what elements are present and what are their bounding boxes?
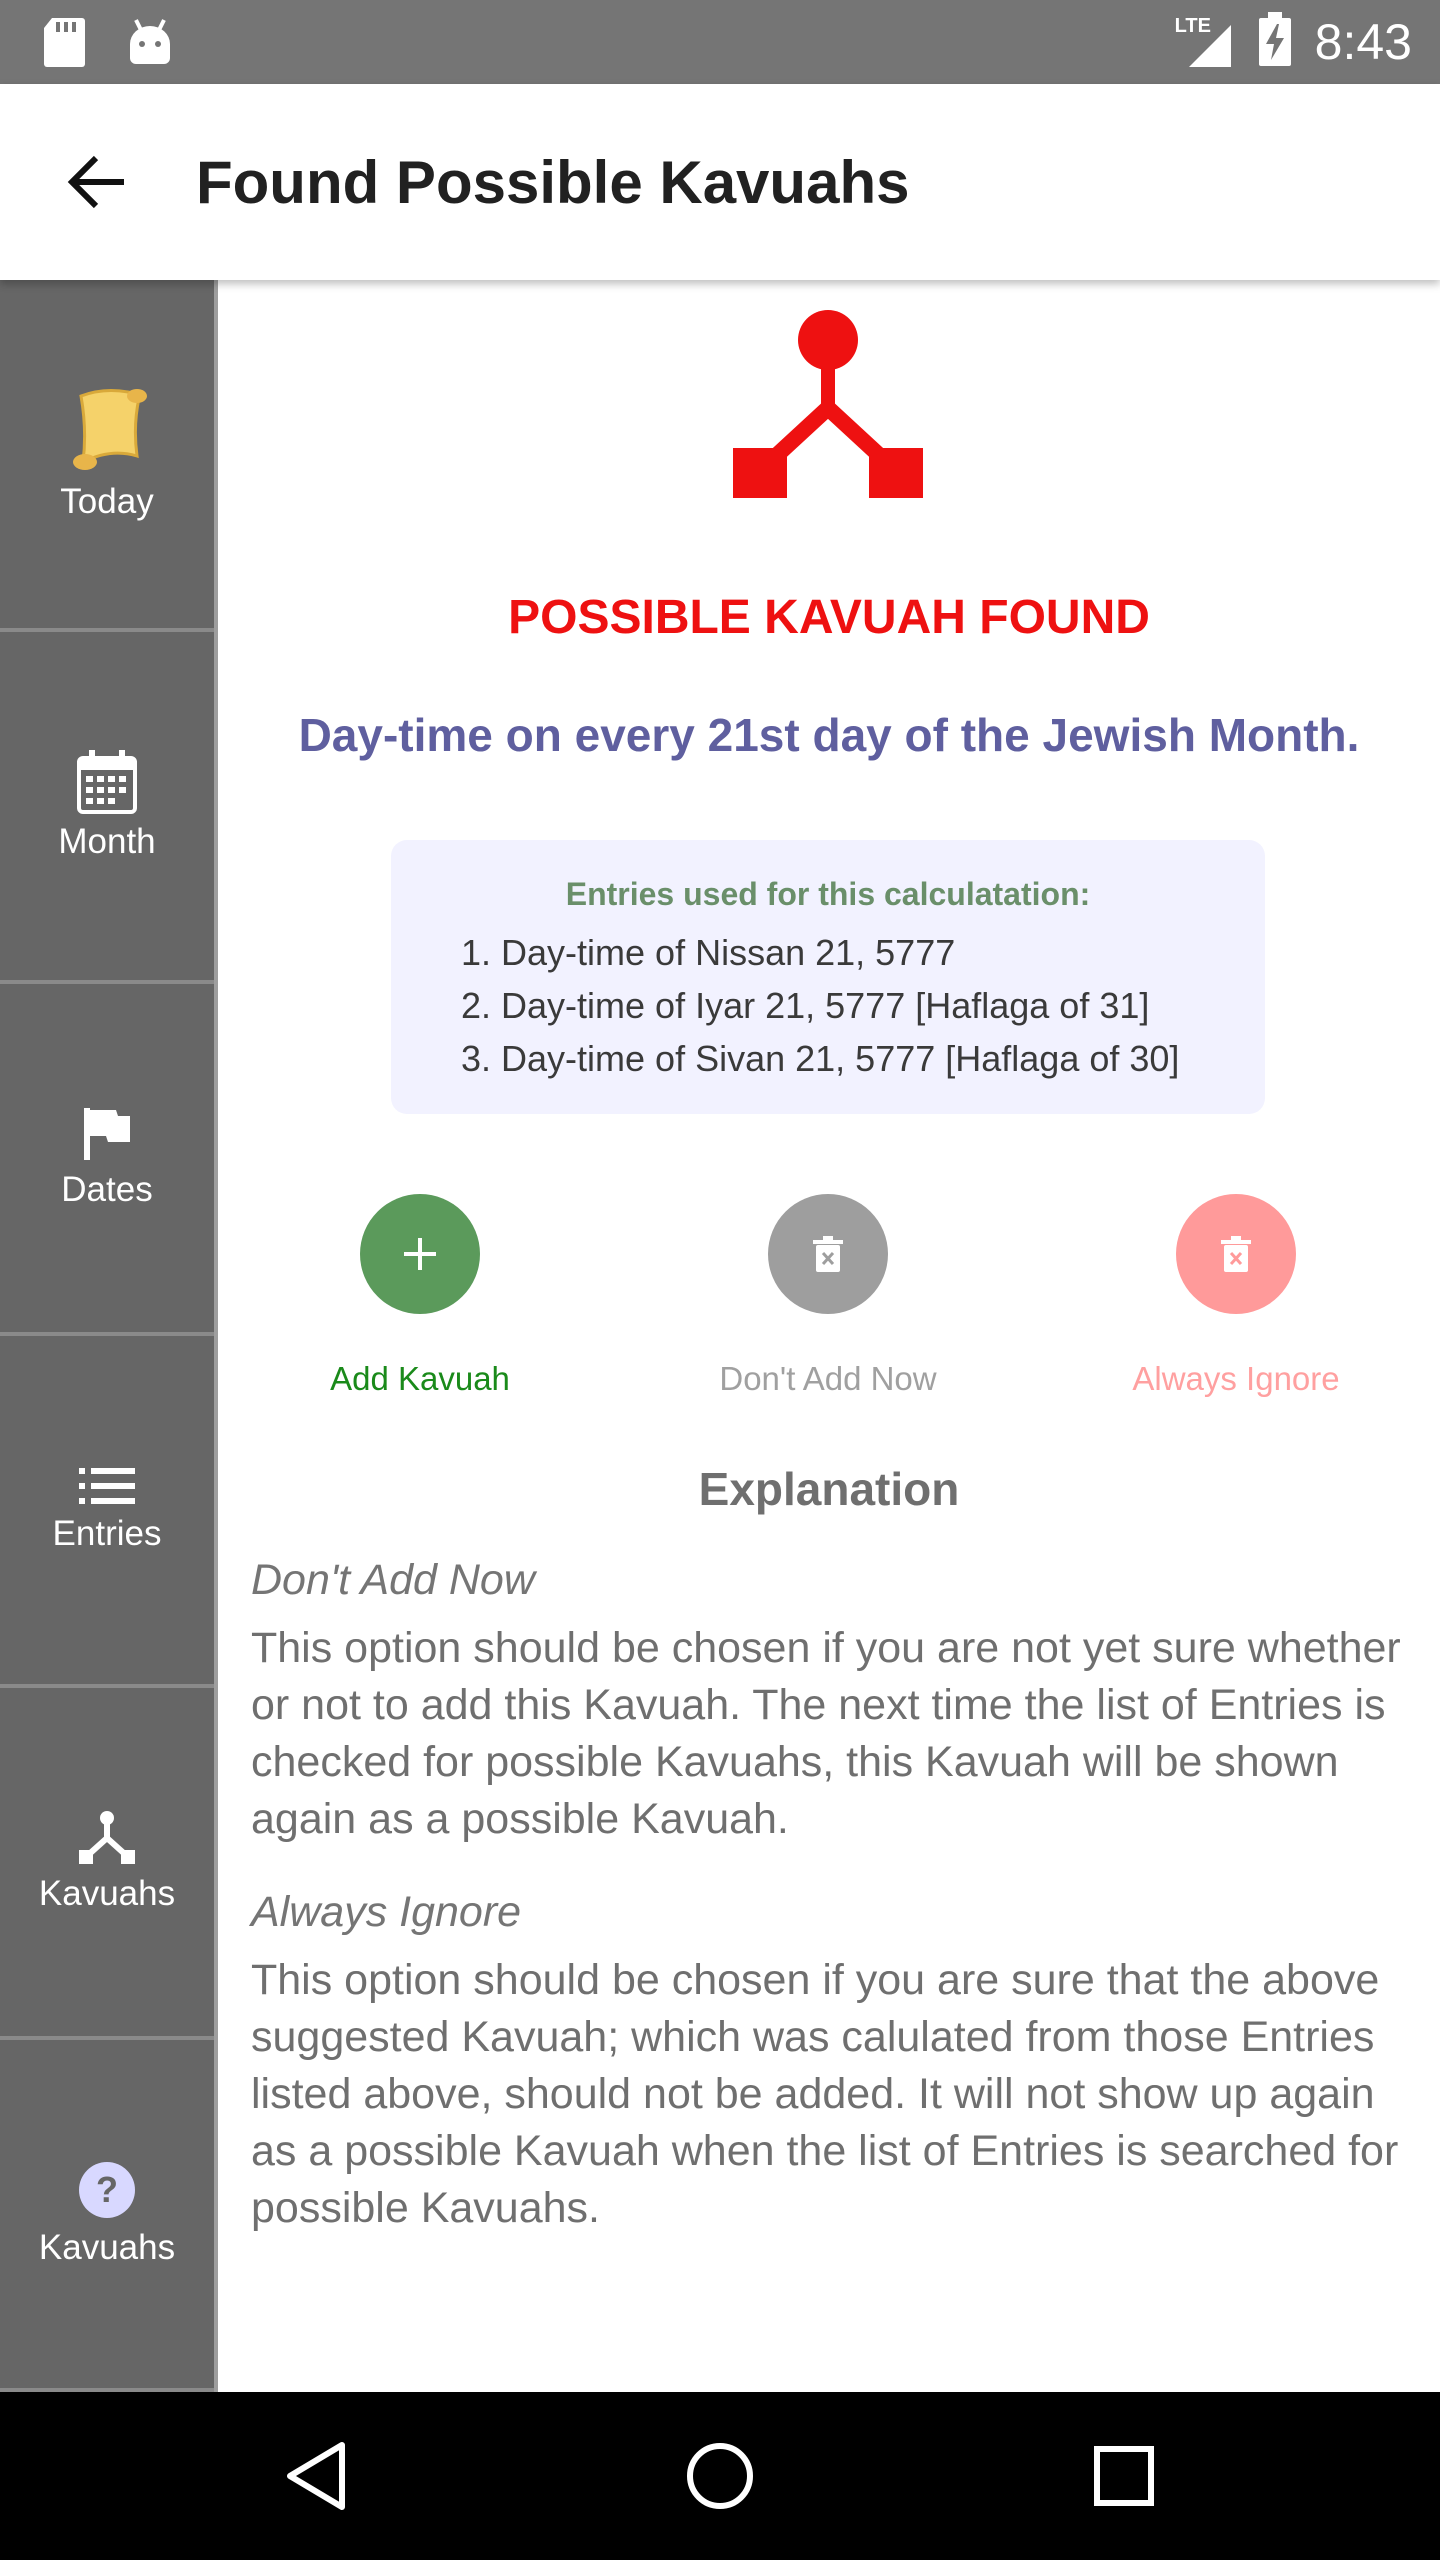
sidebar-item-label: Entries: [52, 1514, 162, 1553]
add-kavuah-label: Add Kavuah: [330, 1360, 510, 1397]
calendar-icon: [77, 750, 137, 814]
sidebar-item-dates[interactable]: Dates: [0, 984, 214, 1336]
nav-home-button[interactable]: [670, 2426, 770, 2526]
ignore-circle[interactable]: [1176, 1194, 1296, 1314]
app-bar: Found Possible Kavuahs: [0, 84, 1440, 280]
sidebar-item-label: Month: [58, 822, 156, 861]
plus-icon: [404, 1238, 436, 1270]
entries-heading: Entries used for this calculatation:: [565, 876, 1091, 912]
help-icon: ?: [79, 2162, 135, 2218]
dont-add-now-subtitle: Don't Add Now: [251, 1556, 535, 1604]
dont-add-now-button[interactable]: Don't Add Now: [678, 1194, 978, 1398]
add-kavuah-button[interactable]: Add Kavuah: [270, 1194, 570, 1398]
sd-card-icon: [42, 16, 86, 73]
always-ignore-text: This option should be chosen if you are …: [251, 1956, 1399, 2232]
arrow-back-icon: [67, 155, 124, 209]
sidebar-item-entries[interactable]: Entries: [0, 1336, 214, 1688]
always-ignore-button[interactable]: Always Ignore: [1086, 1194, 1386, 1398]
dont-add-now-text: This option should be chosen if you are …: [251, 1624, 1401, 1843]
circle-home-icon: [687, 2443, 753, 2509]
always-ignore-label: Always Ignore: [1132, 1360, 1340, 1397]
delete-icon: [813, 1236, 843, 1272]
kavuah-logo-icon: [733, 308, 923, 503]
delete-forever-icon: [1221, 1236, 1251, 1272]
scroll-icon: [73, 389, 147, 470]
page-title: Found Possible Kavuahs: [196, 149, 910, 216]
sidebar-item-label: Kavuahs: [38, 2228, 176, 2267]
main-content: POSSIBLE KAVUAH FOUND Day-time on every …: [218, 280, 1440, 2392]
add-circle[interactable]: [360, 1194, 480, 1314]
kavuah-description: Day-time on every 21st day of the Jewish…: [298, 709, 1360, 761]
sidebar-item-label: Today: [60, 482, 154, 521]
sidebar-item-kavuahs[interactable]: Kavuahs: [0, 1688, 214, 2040]
signal-icon: LTE: [1175, 15, 1235, 69]
back-button[interactable]: [56, 142, 136, 222]
sidebar-item-label: Dates: [61, 1170, 153, 1209]
dont-add-circle[interactable]: [768, 1194, 888, 1314]
nav-recents-button[interactable]: [1074, 2426, 1174, 2526]
square-recents-icon: [1094, 2446, 1154, 2506]
explanation-heading: Explanation: [698, 1463, 960, 1515]
always-ignore-subtitle: Always Ignore: [251, 1888, 522, 1936]
flag-icon: [84, 1108, 130, 1160]
sidebar: Today Month Dates Entries Kavuahs ? Kavu…: [0, 280, 218, 2392]
battery-charging-icon: [1257, 11, 1293, 73]
list-item: 3. Day-time of Sivan 21, 5777 [Haflaga o…: [461, 1038, 1180, 1079]
sidebar-item-month[interactable]: Month: [0, 632, 214, 984]
status-bar: LTE 8:43: [0, 0, 1440, 84]
kavuah-icon: [79, 1811, 135, 1864]
entries-list: 1. Day-time of Nissan 21, 5777 2. Day-ti…: [461, 926, 1179, 1085]
sidebar-item-help[interactable]: ? Kavuahs: [0, 2040, 214, 2392]
dont-add-now-label: Don't Add Now: [719, 1360, 937, 1397]
svg-text:?: ?: [96, 2169, 118, 2210]
list-icon: [79, 1468, 135, 1504]
nav-back-button[interactable]: [266, 2426, 366, 2526]
triangle-back-icon: [287, 2442, 345, 2510]
list-item: 2. Day-time of Iyar 21, 5777 [Haflaga of…: [461, 985, 1150, 1026]
android-icon: [126, 16, 174, 73]
list-item: 1. Day-time of Nissan 21, 5777: [461, 932, 956, 973]
possible-kavuah-heading: POSSIBLE KAVUAH FOUND: [508, 591, 1150, 644]
entries-box: Entries used for this calculatation: 1. …: [391, 840, 1265, 1114]
sidebar-item-today[interactable]: Today: [0, 280, 214, 632]
clock: 8:43: [1314, 14, 1412, 70]
navigation-bar: [0, 2392, 1440, 2560]
sidebar-item-label: Kavuahs: [38, 1874, 176, 1913]
